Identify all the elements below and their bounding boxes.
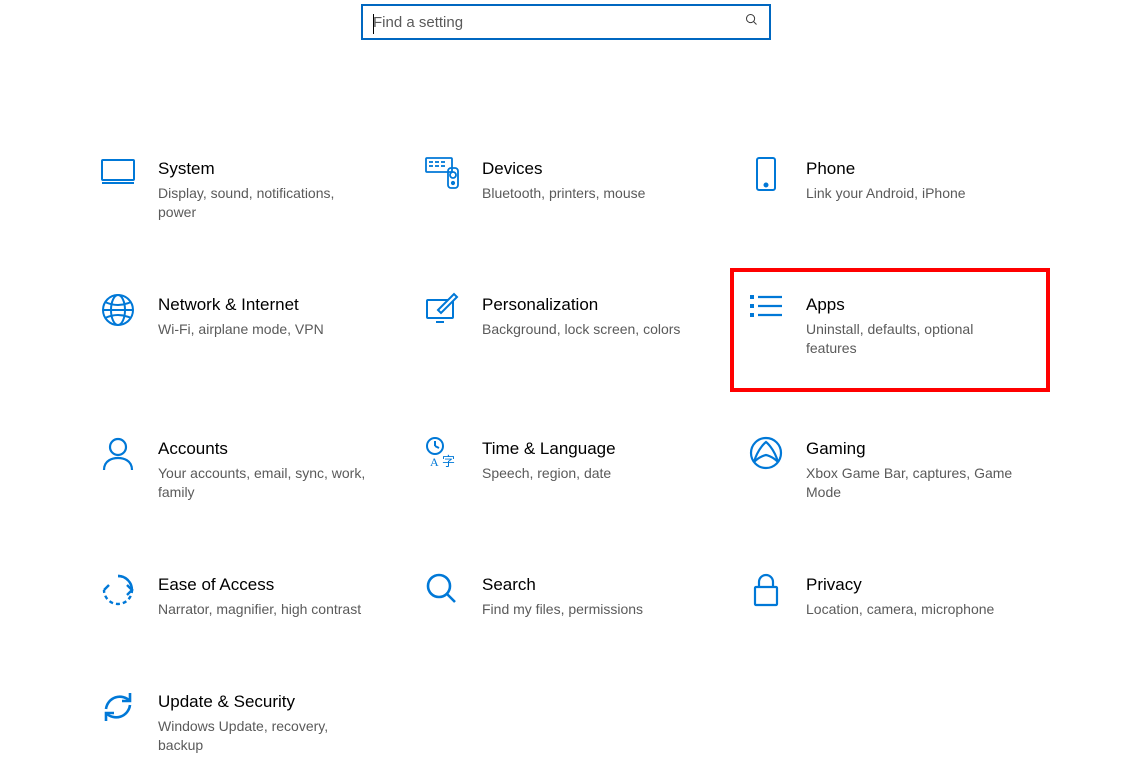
tile-title: Accounts	[158, 438, 368, 460]
tile-desc: Uninstall, defaults, optional features	[806, 320, 1016, 358]
tile-phone[interactable]: Phone Link your Android, iPhone	[738, 150, 1042, 230]
apps-icon	[744, 292, 788, 322]
devices-icon	[420, 156, 464, 190]
tile-network[interactable]: Network & Internet Wi-Fi, airplane mode,…	[90, 286, 394, 374]
tile-title: Privacy	[806, 574, 994, 596]
tile-desc: Display, sound, notifications, power	[158, 184, 368, 222]
tile-personalization[interactable]: Personalization Background, lock screen,…	[414, 286, 718, 374]
tile-title: System	[158, 158, 368, 180]
tile-desc: Wi-Fi, airplane mode, VPN	[158, 320, 324, 339]
search-tile-icon	[420, 572, 464, 606]
tile-ease-of-access[interactable]: Ease of Access Narrator, magnifier, high…	[90, 566, 394, 627]
tile-desc: Link your Android, iPhone	[806, 184, 966, 203]
tile-title: Devices	[482, 158, 645, 180]
tile-title: Network & Internet	[158, 294, 324, 316]
tile-title: Time & Language	[482, 438, 616, 460]
tile-gaming[interactable]: Gaming Xbox Game Bar, captures, Game Mod…	[738, 430, 1042, 510]
tile-title: Update & Security	[158, 691, 368, 713]
tile-update-security[interactable]: Update & Security Windows Update, recove…	[90, 683, 394, 762]
tile-desc: Windows Update, recovery, backup	[158, 717, 368, 755]
tile-privacy[interactable]: Privacy Location, camera, microphone	[738, 566, 1042, 627]
tile-search[interactable]: Search Find my files, permissions	[414, 566, 718, 627]
tile-desc: Background, lock screen, colors	[482, 320, 680, 339]
tile-accounts[interactable]: Accounts Your accounts, email, sync, wor…	[90, 430, 394, 510]
tile-desc: Xbox Game Bar, captures, Game Mode	[806, 464, 1016, 502]
globe-icon	[96, 292, 140, 328]
search-box[interactable]	[361, 4, 771, 40]
accounts-icon	[96, 436, 140, 472]
tile-desc: Narrator, magnifier, high contrast	[158, 600, 361, 619]
svg-text:A: A	[430, 455, 439, 469]
phone-icon	[744, 156, 788, 192]
tile-desc: Bluetooth, printers, mouse	[482, 184, 645, 203]
tile-title: Ease of Access	[158, 574, 361, 596]
tile-apps[interactable]: Apps Uninstall, defaults, optional featu…	[730, 268, 1050, 392]
system-icon	[96, 156, 140, 186]
text-caret	[373, 14, 374, 34]
gaming-icon	[744, 436, 788, 470]
lock-icon	[744, 572, 788, 608]
tile-title: Phone	[806, 158, 966, 180]
tile-desc: Speech, region, date	[482, 464, 616, 483]
search-input[interactable]	[373, 14, 744, 31]
tile-title: Search	[482, 574, 643, 596]
tile-desc: Your accounts, email, sync, work, family	[158, 464, 368, 502]
tile-title: Personalization	[482, 294, 680, 316]
svg-text:字: 字	[442, 454, 455, 469]
settings-grid: System Display, sound, notifications, po…	[90, 150, 1042, 762]
tile-devices[interactable]: Devices Bluetooth, printers, mouse	[414, 150, 718, 230]
tile-time-language[interactable]: A 字 Time & Language Speech, region, date	[414, 430, 718, 510]
tile-system[interactable]: System Display, sound, notifications, po…	[90, 150, 394, 230]
update-icon	[96, 689, 140, 725]
tile-title: Apps	[806, 294, 1016, 316]
tile-title: Gaming	[806, 438, 1016, 460]
ease-of-access-icon	[96, 572, 140, 608]
time-language-icon: A 字	[420, 436, 464, 470]
tile-desc: Location, camera, microphone	[806, 600, 994, 619]
personalization-icon	[420, 292, 464, 324]
search-icon	[744, 12, 759, 32]
tile-desc: Find my files, permissions	[482, 600, 643, 619]
